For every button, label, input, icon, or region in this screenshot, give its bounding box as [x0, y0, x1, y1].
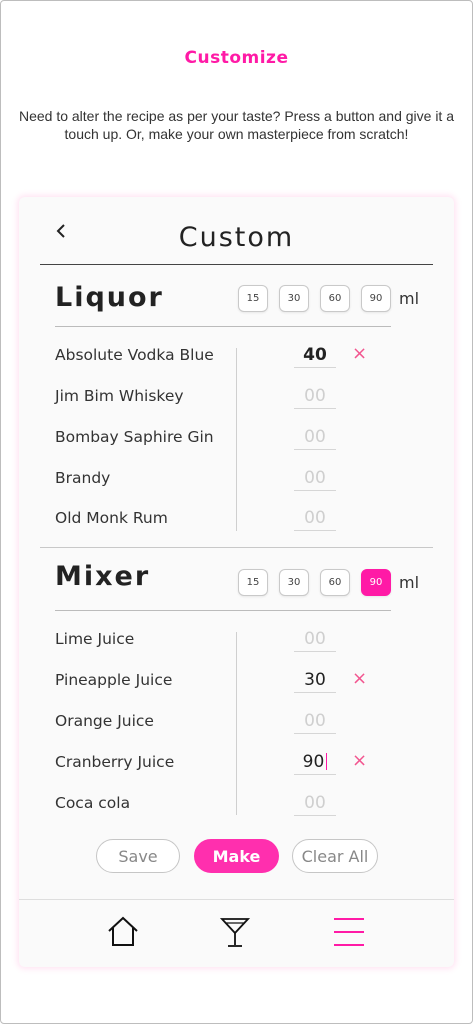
mixer-chip-30[interactable]: 30	[279, 569, 309, 596]
ingredient-name: Bombay Saphire Gin	[55, 428, 214, 446]
ingredient-name: Cranberry Juice	[55, 753, 175, 771]
mixer-row: Lime Juice 00	[55, 626, 435, 656]
quantity-input[interactable]: 00	[294, 383, 336, 409]
mixer-row: Coca cola 00	[55, 790, 435, 820]
ingredient-name: Orange Juice	[55, 712, 154, 730]
save-button[interactable]: Save	[96, 839, 180, 873]
liquor-row: Absolute Vodka Blue 40 ×	[55, 342, 435, 372]
quantity-input[interactable]: 00	[294, 708, 336, 734]
liquor-chips: 15 30 60 90 ml	[238, 285, 419, 312]
home-icon	[108, 916, 138, 946]
remove-icon[interactable]: ×	[352, 343, 367, 364]
custom-card: Custom Liquor 15 30 60 90 ml Absolute Vo…	[19, 197, 454, 967]
mixer-divider	[55, 610, 391, 611]
mixer-chip-15[interactable]: 15	[238, 569, 268, 596]
ingredient-name: Absolute Vodka Blue	[55, 346, 214, 364]
quantity-input[interactable]: 90	[294, 749, 336, 775]
quantity-input[interactable]: 00	[294, 424, 336, 450]
liquor-row: Bombay Saphire Gin 00	[55, 424, 435, 454]
ingredient-name: Coca cola	[55, 794, 131, 812]
remove-icon[interactable]: ×	[352, 668, 367, 689]
cocktail-glass-icon	[219, 918, 251, 947]
liquor-row: Jim Bim Whiskey 00	[55, 383, 435, 413]
liquor-row: Old Monk Rum 00	[55, 505, 435, 535]
quantity-input[interactable]: 00	[294, 790, 336, 816]
liquor-unit: ml	[399, 289, 420, 308]
liquor-chip-60[interactable]: 60	[320, 285, 350, 312]
remove-icon[interactable]: ×	[352, 750, 367, 771]
section-divider	[40, 547, 433, 548]
hamburger-menu-icon	[334, 918, 364, 946]
liquor-row: Brandy 00	[55, 465, 435, 495]
liquor-chip-15[interactable]: 15	[238, 285, 268, 312]
mixer-row: Pineapple Juice 30 ×	[55, 667, 435, 697]
mixer-unit: ml	[399, 573, 420, 592]
make-button[interactable]: Make	[194, 839, 279, 873]
intro-text: Need to alter the recipe as per your tas…	[18, 108, 455, 142]
card-title: Custom	[178, 222, 295, 253]
nav-cocktail[interactable]	[219, 915, 251, 953]
nav-home[interactable]	[107, 915, 139, 951]
mixer-row: Cranberry Juice 90 ×	[55, 749, 435, 779]
quantity-value: 90	[302, 752, 325, 772]
liquor-title: Liquor	[55, 282, 164, 313]
ingredient-name: Pineapple Juice	[55, 671, 173, 689]
title-divider	[40, 264, 433, 265]
nav-divider	[19, 899, 454, 900]
ingredient-name: Old Monk Rum	[55, 509, 168, 527]
liquor-chip-30[interactable]: 30	[279, 285, 309, 312]
liquor-chip-90[interactable]: 90	[361, 285, 391, 312]
quantity-input[interactable]: 30	[294, 667, 336, 693]
quantity-input[interactable]: 00	[294, 465, 336, 491]
nav-menu[interactable]	[333, 915, 365, 953]
page-title: Customize	[184, 48, 289, 68]
ingredient-name: Jim Bim Whiskey	[55, 387, 184, 405]
mixer-row: Orange Juice 00	[55, 708, 435, 738]
quantity-input[interactable]: 00	[294, 626, 336, 652]
liquor-divider	[55, 326, 391, 327]
quantity-input[interactable]: 00	[294, 505, 336, 531]
text-caret	[326, 753, 328, 770]
mixer-chips: 15 30 60 90 ml	[238, 569, 419, 596]
mixer-chip-90[interactable]: 90	[361, 569, 391, 596]
ingredient-name: Brandy	[55, 469, 111, 487]
mixer-title: Mixer	[55, 561, 151, 592]
ingredient-name: Lime Juice	[55, 630, 135, 648]
quantity-input[interactable]: 40	[294, 342, 336, 368]
clear-all-button[interactable]: Clear All	[292, 839, 378, 873]
mixer-chip-60[interactable]: 60	[320, 569, 350, 596]
